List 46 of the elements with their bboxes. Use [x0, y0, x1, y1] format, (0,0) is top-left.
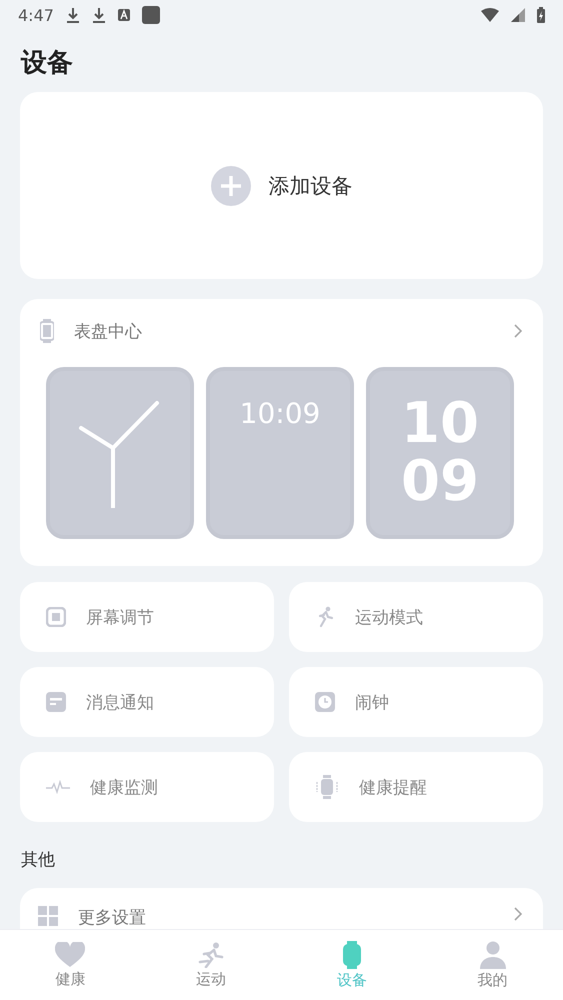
person-icon: [480, 940, 506, 968]
download-icon: [92, 7, 106, 23]
app-icon: [142, 6, 160, 24]
page-title: 设备: [21, 47, 74, 80]
feature-label: 屏幕调节: [86, 606, 154, 628]
signal-icon: [511, 8, 525, 22]
feature-tile[interactable]: 运动模式: [289, 582, 543, 652]
chevron-icon: [513, 906, 523, 922]
section-heading: 其他: [21, 849, 56, 872]
status-time: 4:47: [18, 6, 54, 24]
running-icon: [198, 942, 224, 968]
feature-tile[interactable]: 屏幕调节: [20, 582, 274, 652]
nav-tab[interactable]: 我的: [422, 930, 563, 1000]
feature-label: 运动模式: [355, 606, 423, 628]
watch-icon: [342, 940, 361, 968]
plus-icon: [210, 166, 250, 206]
chevron-icon: [513, 323, 523, 339]
nav-tab[interactable]: 运动: [140, 930, 282, 1000]
section-title: 表盘中心: [74, 320, 143, 342]
feature-tile[interactable]: 健康提醒: [289, 752, 543, 822]
grid-icon: [38, 906, 58, 926]
vibrating-watch-icon: [315, 775, 339, 799]
wifi-icon: [481, 8, 499, 22]
nav-tab[interactable]: 设备: [282, 930, 422, 1000]
feature-label: 闹钟: [355, 692, 389, 714]
feature-label: 消息通知: [86, 692, 154, 714]
feature-tile[interactable]: 闹钟: [289, 667, 543, 737]
pulse-icon: [46, 780, 70, 794]
download-icon: [66, 7, 80, 23]
watch-face[interactable]: [46, 367, 194, 539]
settings-label: 更多设置: [78, 907, 147, 929]
feature-label: 健康监测: [90, 776, 158, 798]
feature-tile[interactable]: 消息通知: [20, 667, 274, 737]
nav-tab[interactable]: 健康: [0, 930, 141, 1000]
watch-icon: [40, 319, 54, 343]
keyboard-icon: [118, 9, 130, 21]
heart-icon: [55, 942, 86, 968]
message-icon: [46, 692, 66, 712]
feature-label: 健康提醒: [359, 776, 427, 798]
settings-row[interactable]: 更多设置: [20, 888, 543, 929]
add-device-label: 添加设备: [268, 172, 352, 200]
add-device-card[interactable]: 添加设备: [20, 92, 543, 279]
battery-icon: [537, 7, 545, 23]
screen-icon: [46, 607, 66, 627]
feature-tile[interactable]: 健康监测: [20, 752, 274, 822]
clock-icon: [315, 692, 335, 712]
